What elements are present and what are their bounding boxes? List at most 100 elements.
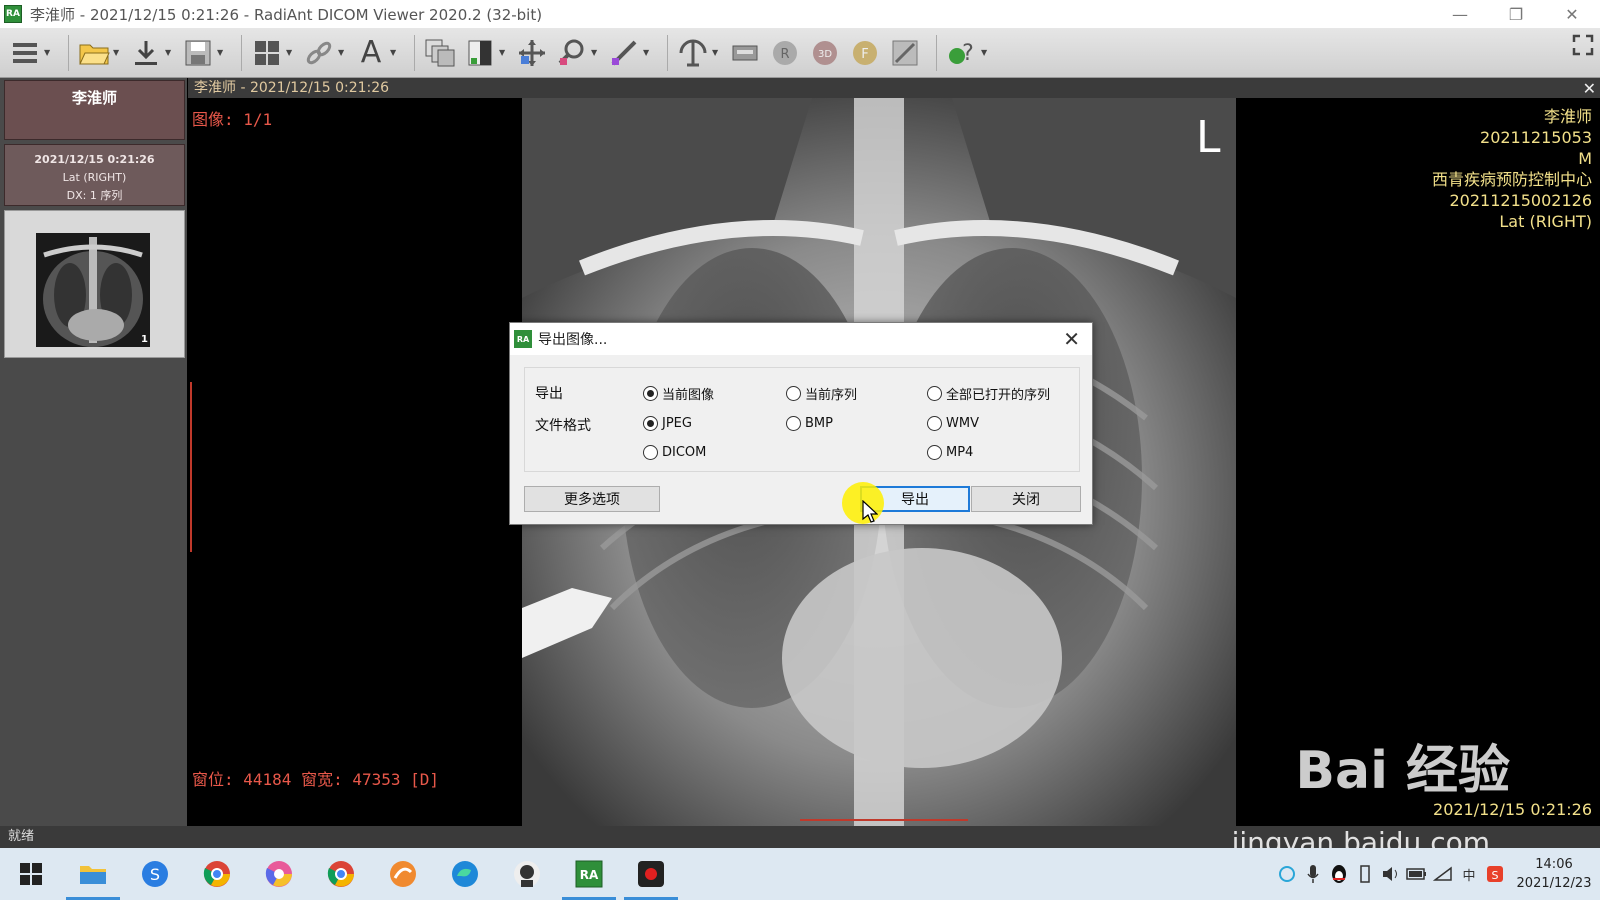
- move-arrows-icon: [515, 36, 549, 70]
- info-patient-name: 李淮师: [1543, 107, 1592, 126]
- reconstruction-icon: [676, 36, 710, 70]
- save-button[interactable]: ▼: [181, 32, 227, 74]
- study-description: Lat (RIGHT): [62, 171, 127, 184]
- ime-indicator[interactable]: 中: [1456, 861, 1482, 887]
- measure-button[interactable]: ▼: [607, 32, 653, 74]
- radio-format-wmv[interactable]: WMV: [927, 416, 979, 431]
- taskbar-clock[interactable]: 14:06 2021/12/23: [1508, 855, 1600, 893]
- chevron-down-icon[interactable]: ▼: [113, 48, 123, 57]
- menu-button[interactable]: ▼: [8, 32, 54, 74]
- taskbar-chrome-2[interactable]: [310, 848, 372, 900]
- restore-icon[interactable]: ❐: [1488, 0, 1544, 28]
- network-globe-icon[interactable]: [1274, 861, 1300, 887]
- usb-device-icon[interactable]: [1352, 861, 1378, 887]
- taskbar-chrome-canary[interactable]: [248, 848, 310, 900]
- chevron-down-icon[interactable]: ▼: [712, 48, 722, 57]
- radio-current-series[interactable]: 当前序列: [786, 384, 857, 403]
- folder-icon: [80, 866, 106, 884]
- chevron-down-icon[interactable]: ▼: [44, 48, 54, 57]
- system-tray: 中 S 14:06 2021/12/23: [1274, 848, 1600, 900]
- radio-all-open-series[interactable]: 全部已打开的序列: [927, 384, 1050, 403]
- pan-button[interactable]: [515, 32, 549, 74]
- render-f-button[interactable]: F: [848, 32, 882, 74]
- wifi-icon[interactable]: [1430, 861, 1456, 887]
- layout-button[interactable]: ▼: [250, 32, 296, 74]
- radio-button-checked[interactable]: [643, 386, 658, 401]
- taskbar-edge[interactable]: [434, 848, 496, 900]
- zoom-button[interactable]: ▼: [555, 32, 601, 74]
- fullscreen-icon[interactable]: [1572, 34, 1594, 56]
- radio-format-bmp[interactable]: BMP: [786, 416, 833, 431]
- start-button[interactable]: [0, 848, 62, 900]
- main-toolbar: ▼ ▼ ▼ ▼ ▼ ▼ A ▼ ▼ ▼ ▼ ▼ R 3D F ? ▼: [0, 28, 1600, 78]
- radio-format-jpeg[interactable]: JPEG: [643, 416, 692, 431]
- info-institution: 西青疾病预防控制中心: [1431, 170, 1592, 189]
- chevron-down-icon[interactable]: ▼: [217, 48, 227, 57]
- radio-button[interactable]: [927, 416, 942, 431]
- chevron-down-icon[interactable]: ▼: [390, 48, 400, 57]
- help-button[interactable]: ? ▼: [945, 32, 991, 74]
- microphone-icon[interactable]: [1300, 861, 1326, 887]
- radio-button[interactable]: [786, 386, 801, 401]
- annotation-text-button[interactable]: A ▼: [354, 32, 400, 74]
- curve-icon: [888, 36, 922, 70]
- render-r-icon: R: [768, 36, 802, 70]
- taskbar-chrome-1[interactable]: [186, 848, 248, 900]
- sogou-ime-icon[interactable]: S: [1482, 861, 1508, 887]
- download-icon: [129, 36, 163, 70]
- stack-images-icon: [423, 36, 457, 70]
- more-options-button[interactable]: 更多选项: [524, 486, 660, 512]
- study-item[interactable]: 2021/12/15 0:21:26 Lat (RIGHT) DX: 1 序列: [4, 144, 185, 206]
- radio-button[interactable]: [786, 416, 801, 431]
- radio-label: JPEG: [662, 416, 692, 431]
- radio-button[interactable]: [927, 386, 942, 401]
- render-3d-button[interactable]: 3D: [808, 32, 842, 74]
- chevron-down-icon[interactable]: ▼: [643, 48, 653, 57]
- close-viewer-icon[interactable]: ✕: [1583, 79, 1596, 99]
- chevron-down-icon[interactable]: ▼: [981, 48, 991, 57]
- volume-icon[interactable]: [1378, 861, 1404, 887]
- svg-text:3D: 3D: [818, 49, 832, 60]
- radio-current-image[interactable]: 当前图像: [643, 384, 714, 403]
- chevron-down-icon[interactable]: ▼: [499, 48, 509, 57]
- taskbar-file-explorer[interactable]: [62, 848, 124, 900]
- minimize-icon[interactable]: —: [1432, 0, 1488, 28]
- taskbar-app-orange[interactable]: [372, 848, 434, 900]
- svg-text:F: F: [861, 47, 868, 62]
- dialog-close-icon[interactable]: ✕: [1063, 327, 1080, 351]
- chevron-down-icon[interactable]: ▼: [165, 48, 175, 57]
- browser-icon: [265, 861, 292, 887]
- qq-penguin-icon[interactable]: [1326, 861, 1352, 887]
- render-r-button[interactable]: R: [768, 32, 802, 74]
- grid-layout-icon: [250, 36, 284, 70]
- taskbar-radiant[interactable]: RA: [558, 848, 620, 900]
- open-button[interactable]: ▼: [77, 32, 123, 74]
- print-button[interactable]: [728, 32, 762, 74]
- chevron-down-icon[interactable]: ▼: [338, 48, 348, 57]
- thumbnail-image-count: 1: [141, 334, 148, 345]
- radio-button-checked[interactable]: [643, 416, 658, 431]
- mpr-button[interactable]: ▼: [676, 32, 722, 74]
- radio-button[interactable]: [927, 445, 942, 460]
- chevron-down-icon[interactable]: ▼: [286, 48, 296, 57]
- radio-label: 当前图像: [662, 388, 715, 403]
- import-button[interactable]: ▼: [129, 32, 175, 74]
- patient-name[interactable]: 李淮师: [4, 80, 185, 140]
- radio-format-mp4[interactable]: MP4: [927, 445, 973, 460]
- window-level-button[interactable]: ▼: [463, 32, 509, 74]
- taskbar-sogou[interactable]: S: [124, 848, 186, 900]
- sync-button[interactable]: ▼: [302, 32, 348, 74]
- radio-format-dicom[interactable]: DICOM: [643, 445, 706, 460]
- taskbar-app-avatar[interactable]: [496, 848, 558, 900]
- series-thumbnail[interactable]: 1: [4, 210, 185, 358]
- battery-icon[interactable]: [1404, 861, 1430, 887]
- close-button[interactable]: 关闭: [971, 486, 1081, 512]
- curve-button[interactable]: [888, 32, 922, 74]
- film-print-icon: [728, 36, 762, 70]
- close-icon[interactable]: ✕: [1544, 0, 1600, 28]
- series-button[interactable]: [423, 32, 457, 74]
- chrome-icon: [327, 861, 354, 887]
- taskbar-screen-recorder[interactable]: [620, 848, 682, 900]
- radio-button[interactable]: [643, 445, 658, 460]
- chevron-down-icon[interactable]: ▼: [591, 48, 601, 57]
